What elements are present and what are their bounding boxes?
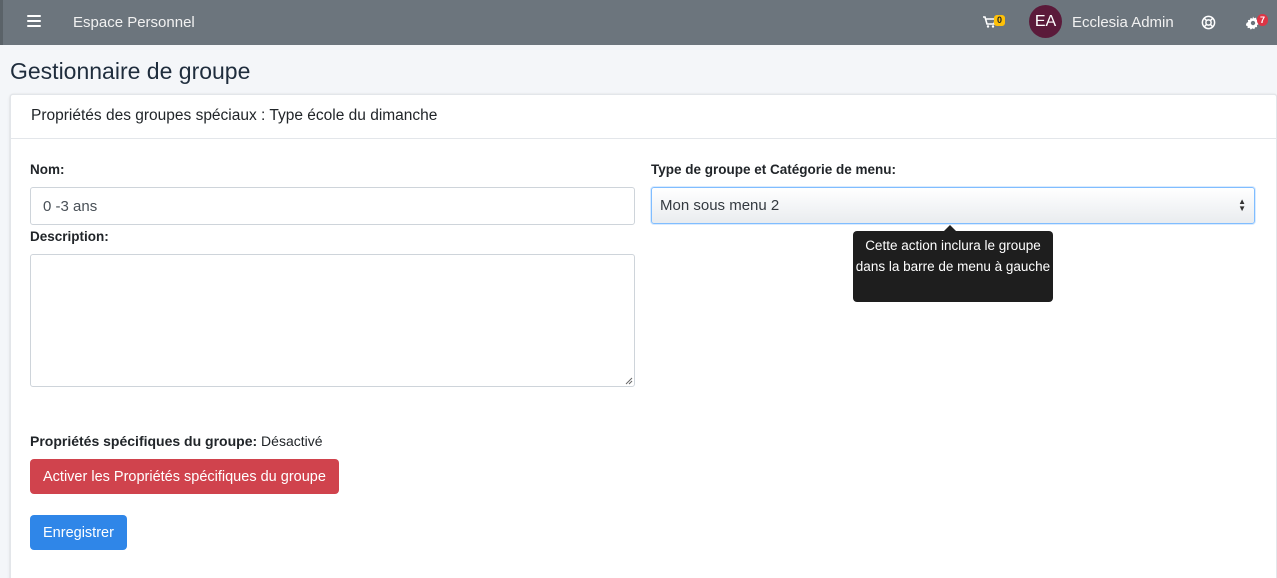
top-navbar: Espace Personnel 0 EA Ecclesia Admin 7 [0,0,1277,45]
brand-link[interactable]: Espace Personnel [73,14,195,31]
card-header: Propriétés des groupes spéciaux : Type é… [11,95,1276,139]
group-type-selected-value: Mon sous menu 2 [660,197,780,214]
name-label: Nom: [30,162,65,177]
description-textarea[interactable] [30,254,635,387]
avatar[interactable]: EA [1029,5,1062,38]
hamburger-icon[interactable] [27,15,41,27]
activate-properties-button[interactable]: Activer les Propriétés spécifiques du gr… [30,459,339,494]
props-status-value: Désactivé [261,433,323,449]
lifebuoy-icon[interactable] [1201,15,1216,30]
settings-button[interactable]: 7 [1246,14,1272,32]
resize-grip-icon[interactable] [625,377,633,385]
settings-count-badge: 7 [1257,14,1269,26]
menu-tooltip: Cette action inclura le groupe dans la b… [853,231,1053,302]
page-title: Gestionnaire de groupe [10,58,251,84]
props-label: Propriétés spécifiques du groupe: [30,433,258,449]
user-name-link[interactable]: Ecclesia Admin [1072,14,1174,31]
select-arrows-icon: ▲ ▼ [1238,197,1246,213]
group-type-label: Type de groupe et Catégorie de menu: [651,162,897,177]
save-button[interactable]: Enregistrer [30,515,127,550]
cart-button[interactable]: 0 [983,14,1009,32]
group-specific-properties-status: Propriétés spécifiques du groupe: Désact… [30,433,323,449]
name-input[interactable] [30,187,635,225]
description-label: Description: [30,229,109,244]
cart-count-badge: 0 [994,15,1006,26]
group-type-select[interactable]: Mon sous menu 2 ▲ ▼ [651,187,1255,224]
